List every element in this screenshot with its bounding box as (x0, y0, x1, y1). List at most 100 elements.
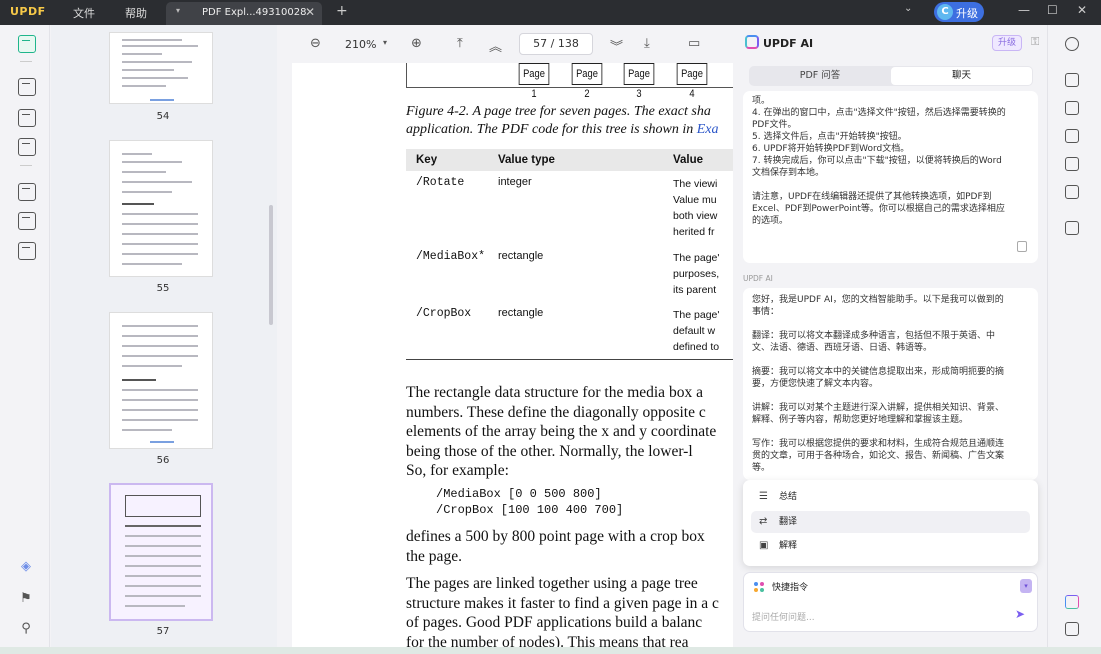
reader-mode-icon[interactable] (18, 35, 36, 53)
zoom-dropdown-icon[interactable]: ▾ (383, 38, 387, 47)
ai-assistant-panel: UPDF AI 升级 ⚿ PDF 问答 聊天 项。 4. 在弹出的窗口中，点击"选… (733, 25, 1047, 647)
list-icon: ☰ (759, 491, 768, 502)
comment-icon[interactable]: ▭ (688, 36, 700, 51)
tab-title: PDF Expl...49310028 (202, 7, 307, 18)
layers-icon[interactable]: ◈ (18, 559, 34, 575)
tab-menu-icon[interactable]: ▾ (176, 6, 180, 15)
save-icon[interactable] (1065, 221, 1079, 235)
paragraph: defines a 500 by 800 point page with a c… (406, 528, 705, 565)
document-tab[interactable]: ▾ PDF Expl...49310028 ✕ (166, 2, 322, 25)
menu-item-explain[interactable]: ▣ 解释 (751, 535, 1030, 557)
tree-diagram-line (406, 63, 407, 87)
paragraph: The rectangle data structure for the med… (406, 384, 717, 479)
thumbnail-page-number: 55 (156, 283, 170, 294)
example-link[interactable]: Exa (697, 122, 719, 137)
zoom-out-icon[interactable]: ⊖ (310, 36, 321, 51)
edit-pdf-icon[interactable] (18, 109, 36, 127)
email-icon[interactable] (1065, 185, 1079, 199)
minimize-button[interactable]: — (1018, 3, 1030, 17)
quick-command-label[interactable]: 快捷指令 (772, 580, 808, 593)
table-header: Value type (490, 149, 673, 171)
first-page-icon[interactable]: ⤒ (457, 36, 463, 51)
page-tools-icon[interactable] (18, 242, 36, 260)
search-icon[interactable] (1065, 37, 1079, 51)
page-thumbnail-57-selected[interactable] (109, 483, 213, 621)
chat-comment-icon[interactable] (1065, 622, 1079, 636)
app-window: UPDF 文件 帮助 ▾ PDF Expl...49310028 ✕ + ⌄ C… (0, 0, 1101, 654)
tree-node: Page 2 (571, 63, 603, 100)
ai-upgrade-button[interactable]: 升级 (992, 35, 1022, 51)
ai-assistant-icon[interactable] (1065, 595, 1079, 609)
form-tool-icon[interactable] (18, 138, 36, 156)
convert-icon[interactable] (1065, 101, 1079, 115)
table-header: Key (406, 149, 490, 171)
crop-pages-icon[interactable] (18, 212, 36, 230)
organize-pages-icon[interactable] (18, 183, 36, 201)
attachment-icon[interactable]: ⚲ (18, 621, 34, 637)
share-icon[interactable] (1065, 157, 1079, 171)
tabs-dropdown-icon[interactable]: ⌄ (904, 3, 912, 14)
chat-message: 项。 4. 在弹出的窗口中，点击"选择文件"按钮，然后选择需要转换的 PDF文件。 5… (743, 91, 1038, 263)
page-thumbnail-54[interactable] (109, 32, 213, 104)
ai-mode-tabs: PDF 问答 聊天 (749, 66, 1033, 86)
protect-icon[interactable] (1065, 129, 1079, 143)
thumbnail-page-number: 56 (156, 455, 170, 466)
next-page-icon[interactable]: ︾ (610, 36, 623, 55)
tree-node: Page 3 (623, 63, 655, 100)
prompt-composer: 快捷指令 ▾ 提问任何问题... ➤ (743, 572, 1038, 632)
zoom-in-icon[interactable]: ⊕ (411, 36, 422, 51)
copy-icon[interactable] (1017, 241, 1027, 252)
figure-caption: Figure 4-2. A page tree for seven pages.… (406, 104, 719, 137)
question-input[interactable]: 提问任何问题... (752, 610, 815, 623)
rail-divider (20, 61, 32, 62)
key-table: Key Value type Value /Rotate integer The… (406, 149, 742, 357)
chat-message: 您好，我是UPDF AI，您的文档智能助手。以下是我可以做到的 事情： 翻译：我可以… (743, 288, 1038, 480)
table-row: /MediaBox* rectangle The page' purposes, i… (416, 250, 720, 296)
page-number-input[interactable]: 57 / 138 (519, 33, 593, 55)
table-rule (406, 359, 742, 360)
lock-icon[interactable]: ⚿ (1031, 35, 1039, 49)
explain-icon: ▣ (759, 540, 769, 551)
updf-ai-icon (745, 35, 759, 49)
right-tool-rail (1047, 25, 1101, 647)
ocr-icon[interactable] (1065, 73, 1079, 87)
quick-command-icon (754, 582, 765, 593)
last-page-icon[interactable]: ⤓ (644, 36, 650, 51)
quick-command-dropdown[interactable]: ▾ (1020, 579, 1032, 593)
account-avatar: C (937, 4, 953, 20)
left-tool-rail: ◈ ⚑ ⚲ (0, 25, 50, 647)
ai-panel-title: UPDF AI (763, 37, 814, 50)
tab-chat[interactable]: 聊天 (891, 67, 1032, 85)
upgrade-label: 升级 (956, 7, 978, 20)
table-row: /Rotate integer The viewi Value mu both vi… (416, 176, 718, 238)
tree-node: Page 4 (676, 63, 708, 100)
translate-icon: ⇄ (759, 516, 768, 527)
app-logo: UPDF (10, 5, 46, 18)
menu-item-summarize[interactable]: ☰ 总结 (751, 486, 1030, 508)
upgrade-button[interactable]: C 升级 (934, 2, 984, 22)
send-icon[interactable]: ➤ (1015, 607, 1025, 621)
thumbnail-panel: 54 55 56 57 (51, 25, 277, 647)
pdf-page: Page 1 Page 2 Page 3 Page 4 Figure 4-2. … (292, 63, 742, 647)
thumbnail-scrollbar[interactable] (269, 205, 273, 325)
document-toolbar: ⊖ 210% ▾ ⊕ ⤒ ︽ 57 / 138 ︾ ⤓ ▭ (278, 25, 742, 63)
menu-file[interactable]: 文件 (73, 5, 95, 21)
close-window-button[interactable]: ✕ (1077, 3, 1087, 17)
comment-tool-icon[interactable] (18, 78, 36, 96)
tab-pdf-qa[interactable]: PDF 问答 (749, 66, 891, 86)
page-thumbnail-55[interactable] (109, 140, 213, 277)
page-thumbnail-56[interactable] (109, 312, 213, 449)
new-tab-button[interactable]: + (336, 3, 348, 19)
title-bar: UPDF 文件 帮助 ▾ PDF Expl...49310028 ✕ + ⌄ C… (0, 0, 1101, 25)
maximize-button[interactable]: ☐ (1047, 3, 1058, 17)
menu-item-translate[interactable]: ⇄ 翻译 (751, 511, 1030, 533)
bookmark-icon[interactable]: ⚑ (18, 591, 34, 607)
previous-page-icon[interactable]: ︽ (489, 36, 502, 55)
thumbnail-page-number: 54 (156, 111, 170, 122)
table-header: Value (673, 149, 742, 171)
menu-help[interactable]: 帮助 (125, 5, 147, 21)
zoom-level[interactable]: 210% (345, 38, 376, 51)
table-row: /CropBox rectangle The page' default w def… (416, 307, 720, 353)
tab-close-icon[interactable]: ✕ (305, 5, 315, 19)
tree-node: Page 1 (518, 63, 550, 100)
